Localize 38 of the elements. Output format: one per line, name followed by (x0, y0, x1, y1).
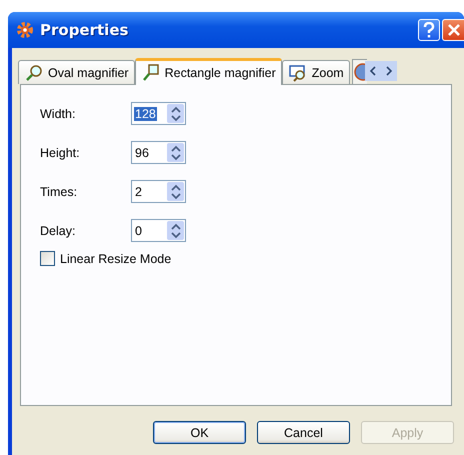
ok-button[interactable]: OK (153, 421, 246, 444)
up-down-arrows-icon (170, 144, 180, 160)
magnifier-icon (25, 64, 43, 82)
field-value: 128 (134, 106, 157, 120)
tab[interactable]: Zoom (282, 60, 350, 84)
tab[interactable]: Rectangle magnifier (134, 58, 282, 85)
field-label: Height: (40, 146, 81, 160)
gear-icon (16, 21, 34, 39)
tab-stub[interactable] (352, 59, 367, 84)
field-label: Width: (40, 106, 76, 120)
field-label: Times: (40, 184, 78, 198)
spin-box[interactable]: 128 (131, 102, 186, 125)
window-title: Properties (40, 21, 128, 39)
spin-box[interactable]: 96 (131, 141, 186, 164)
up-down-arrows-icon (170, 184, 180, 200)
checkbox-label: Linear Resize Mode (60, 252, 172, 266)
checkbox[interactable] (40, 251, 55, 266)
tab-scroll-buttons[interactable] (364, 61, 397, 81)
spin-box[interactable]: 0 (131, 219, 186, 242)
field-value: 2 (134, 184, 143, 198)
field-value: 96 (134, 146, 150, 160)
close-button[interactable] (442, 19, 464, 41)
help-button[interactable] (418, 19, 440, 41)
close-icon (446, 23, 460, 37)
spin-arrows[interactable] (167, 104, 184, 123)
up-down-arrows-icon (170, 106, 180, 122)
magnifier-icon (142, 64, 160, 82)
field-label: Delay: (40, 224, 76, 238)
spin-box[interactable]: 2 (131, 180, 186, 203)
tab[interactable]: Oval magnifier (18, 60, 135, 84)
spin-arrows[interactable] (167, 221, 184, 240)
field-value: 0 (134, 224, 143, 238)
zoom-icon (288, 64, 307, 82)
spin-arrows[interactable] (167, 182, 184, 201)
spin-arrows[interactable] (167, 143, 184, 162)
up-down-arrows-icon (170, 222, 180, 238)
cancel-button[interactable]: Cancel (257, 421, 350, 444)
question-mark-icon (422, 22, 436, 38)
